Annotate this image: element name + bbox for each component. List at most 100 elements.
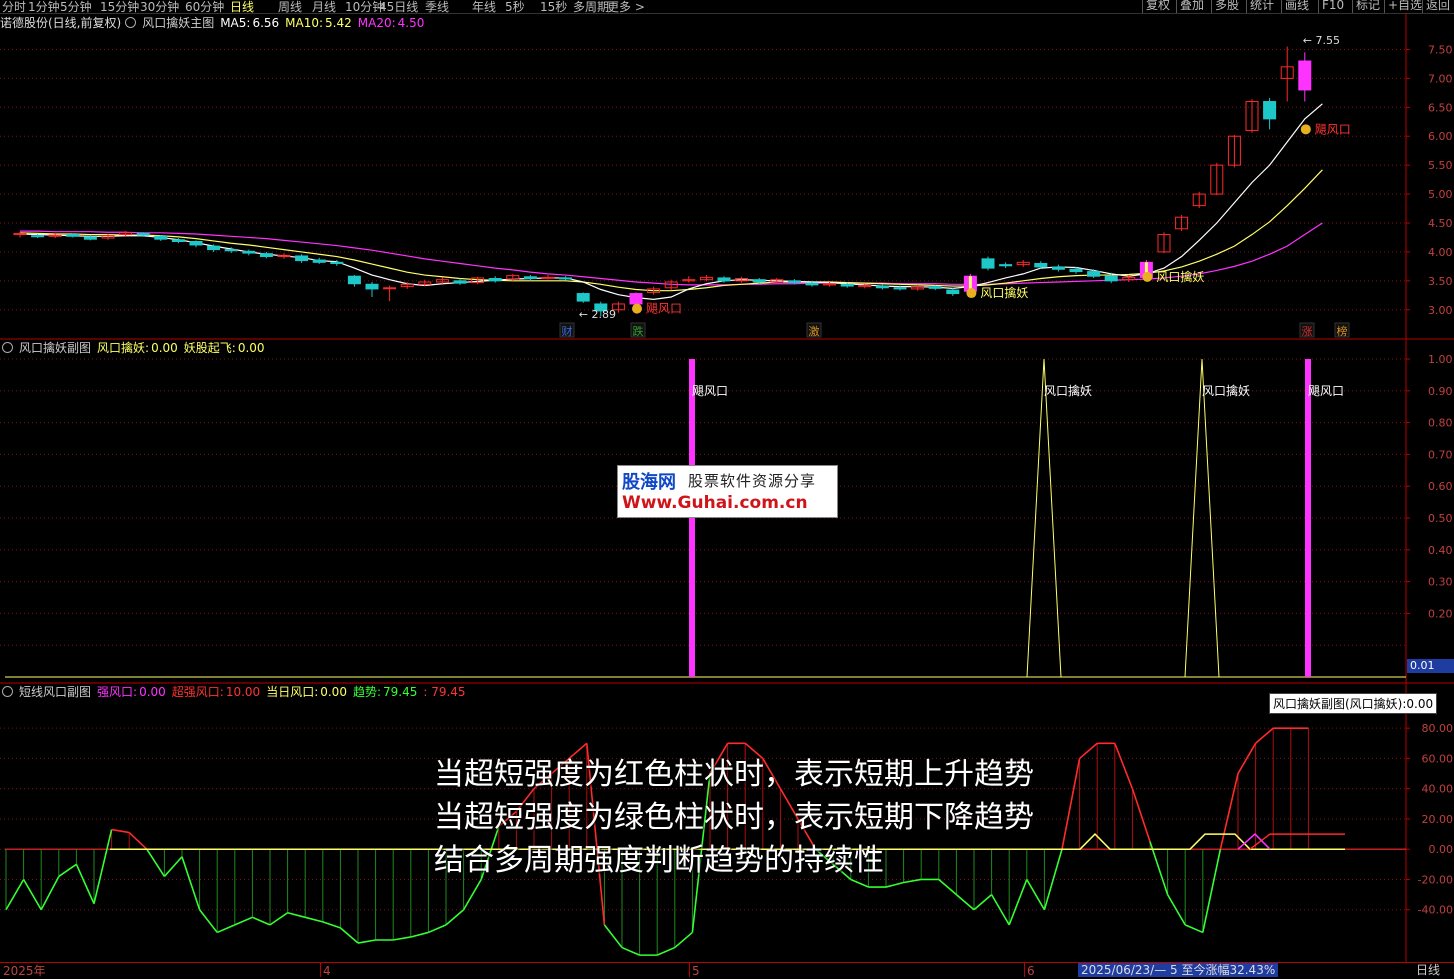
sub2-trend-line	[1255, 727, 1274, 744]
event-tag: 财	[562, 324, 573, 338]
event-tag: 激	[809, 324, 820, 338]
candle-body	[752, 279, 766, 283]
watermark-slogan: 股票软件资源分享	[688, 472, 817, 490]
watermark-url: Www.Guhai.com.cn	[622, 493, 808, 513]
sub1-y-tick-label: 0.60	[1428, 480, 1453, 493]
main-signal-label: 飓风口	[646, 302, 682, 316]
watermark-brand: 股海网	[622, 472, 676, 493]
main-signal-label: 飓风口	[1315, 122, 1351, 136]
candle-body	[259, 253, 273, 258]
sub2-trend-line	[885, 881, 904, 888]
sub2-trend-line	[990, 894, 1010, 926]
main-y-tick-label: 6.00	[1428, 130, 1453, 143]
money-bag-icon	[1142, 271, 1153, 282]
candle-body	[1087, 271, 1101, 277]
candle-body	[312, 259, 326, 263]
candle-body	[31, 235, 45, 238]
date-axis-tick	[320, 963, 321, 977]
sub2-trend-line	[1026, 879, 1046, 911]
sub2-y-tick-label: 20.00	[1422, 813, 1454, 826]
sub2-trend-line	[5, 879, 25, 911]
sub2-trend-line	[1079, 742, 1098, 760]
sub1-y-tick-label: 0.30	[1428, 576, 1453, 589]
sub1-y-tick-label: 1.00	[1428, 353, 1453, 366]
candle-body	[1034, 262, 1048, 268]
candle-body	[840, 283, 854, 287]
sub2-trend-line	[410, 931, 429, 938]
sub2-trend-line	[146, 848, 166, 877]
candle-body	[717, 277, 731, 282]
low-price-label: ← 2.89	[579, 308, 616, 321]
candle-body	[981, 258, 995, 269]
sub2-y-tick-label: -20.00	[1418, 873, 1453, 886]
main-y-tick-label: 5.00	[1428, 188, 1453, 201]
sub2-trend-line	[1166, 894, 1186, 926]
sub2-trend-line	[305, 916, 323, 923]
sub1-y-tick-label: 0.50	[1428, 512, 1453, 525]
candle-body	[136, 232, 150, 236]
sub2-y-tick-label: -40.00	[1418, 904, 1453, 917]
candle-body	[805, 282, 819, 286]
money-bag-icon	[1300, 124, 1311, 135]
money-bag-icon	[966, 288, 977, 299]
sub1-y-tick-label: 0.90	[1428, 385, 1453, 398]
sub1-signal-label: 飓风口	[1308, 384, 1344, 398]
sub2-trend-line	[462, 879, 482, 911]
date-axis-tick	[689, 963, 690, 977]
main-signal-label: 风口擒妖	[1156, 269, 1204, 284]
sub2-trend-line	[850, 878, 869, 888]
candle-body	[576, 293, 590, 302]
candle-body	[629, 293, 643, 305]
candle-body	[453, 280, 467, 284]
candle-body	[1298, 60, 1312, 91]
sub2-trend-line	[252, 916, 271, 926]
event-tag: 榜	[1337, 324, 1348, 338]
main-y-tick-label: 3.50	[1428, 275, 1453, 288]
date-axis-label: 6	[1027, 964, 1035, 978]
sub2-trend-line	[128, 831, 148, 850]
sub2-trend-line	[674, 931, 693, 949]
candle-body	[66, 234, 80, 237]
event-tag: 涨	[1302, 325, 1313, 338]
candle-body	[1263, 101, 1277, 120]
candle-body	[295, 255, 309, 262]
caption-line-1: 当超短强度为红色柱状时，表示短期上升趋势	[434, 757, 1034, 792]
sub2-trend-line	[1202, 849, 1222, 933]
period-label[interactable]: 日线	[1416, 963, 1440, 977]
sub1-signal-bar	[689, 359, 695, 677]
candle-body	[83, 236, 97, 240]
sub2-trend-line	[1008, 879, 1028, 926]
candle-body	[999, 264, 1013, 267]
sub2-trend-line	[621, 946, 640, 956]
sub2-trend-line	[603, 924, 623, 949]
candle-body	[171, 239, 185, 243]
high-price-label: ← 7.55	[1303, 34, 1340, 47]
sub2-trend-line	[322, 921, 341, 929]
sub2-trend-line	[656, 946, 676, 956]
sub2-trend-line	[445, 909, 465, 926]
candle-body	[1104, 275, 1118, 282]
money-bag-icon	[632, 303, 642, 314]
sub2-trend-line	[357, 939, 376, 944]
candle-body	[893, 287, 907, 290]
candle-body	[787, 280, 801, 284]
sub2-trend-line	[93, 829, 113, 904]
sub2-trend-line	[163, 856, 183, 877]
interval-gain-status: 2025/06/23/— 5 至今涨幅32.43%	[1078, 963, 1279, 977]
sub2-trend-line	[1043, 848, 1063, 910]
sub2-y-tick-label: 60.00	[1422, 752, 1454, 765]
sub2-super-strong-line	[1249, 833, 1345, 850]
caption-line-3: 结合多周期强度判断趋势的持续性	[434, 843, 884, 878]
candle-body	[330, 261, 344, 264]
candle-body	[946, 289, 960, 295]
sub2-trend-line	[75, 864, 95, 905]
main-y-tick-label: 7.00	[1428, 72, 1453, 85]
candle-body	[928, 286, 942, 289]
sub2-trend-line	[955, 893, 975, 911]
sub2-trend-line	[198, 909, 218, 933]
sub2-trend-line	[1219, 773, 1239, 850]
date-axis-label: 2025年	[3, 964, 46, 978]
sub2-trend-line	[1184, 924, 1204, 934]
ma5-line	[19, 103, 1323, 300]
sub1-signal-label: 风口擒妖	[1202, 383, 1250, 398]
